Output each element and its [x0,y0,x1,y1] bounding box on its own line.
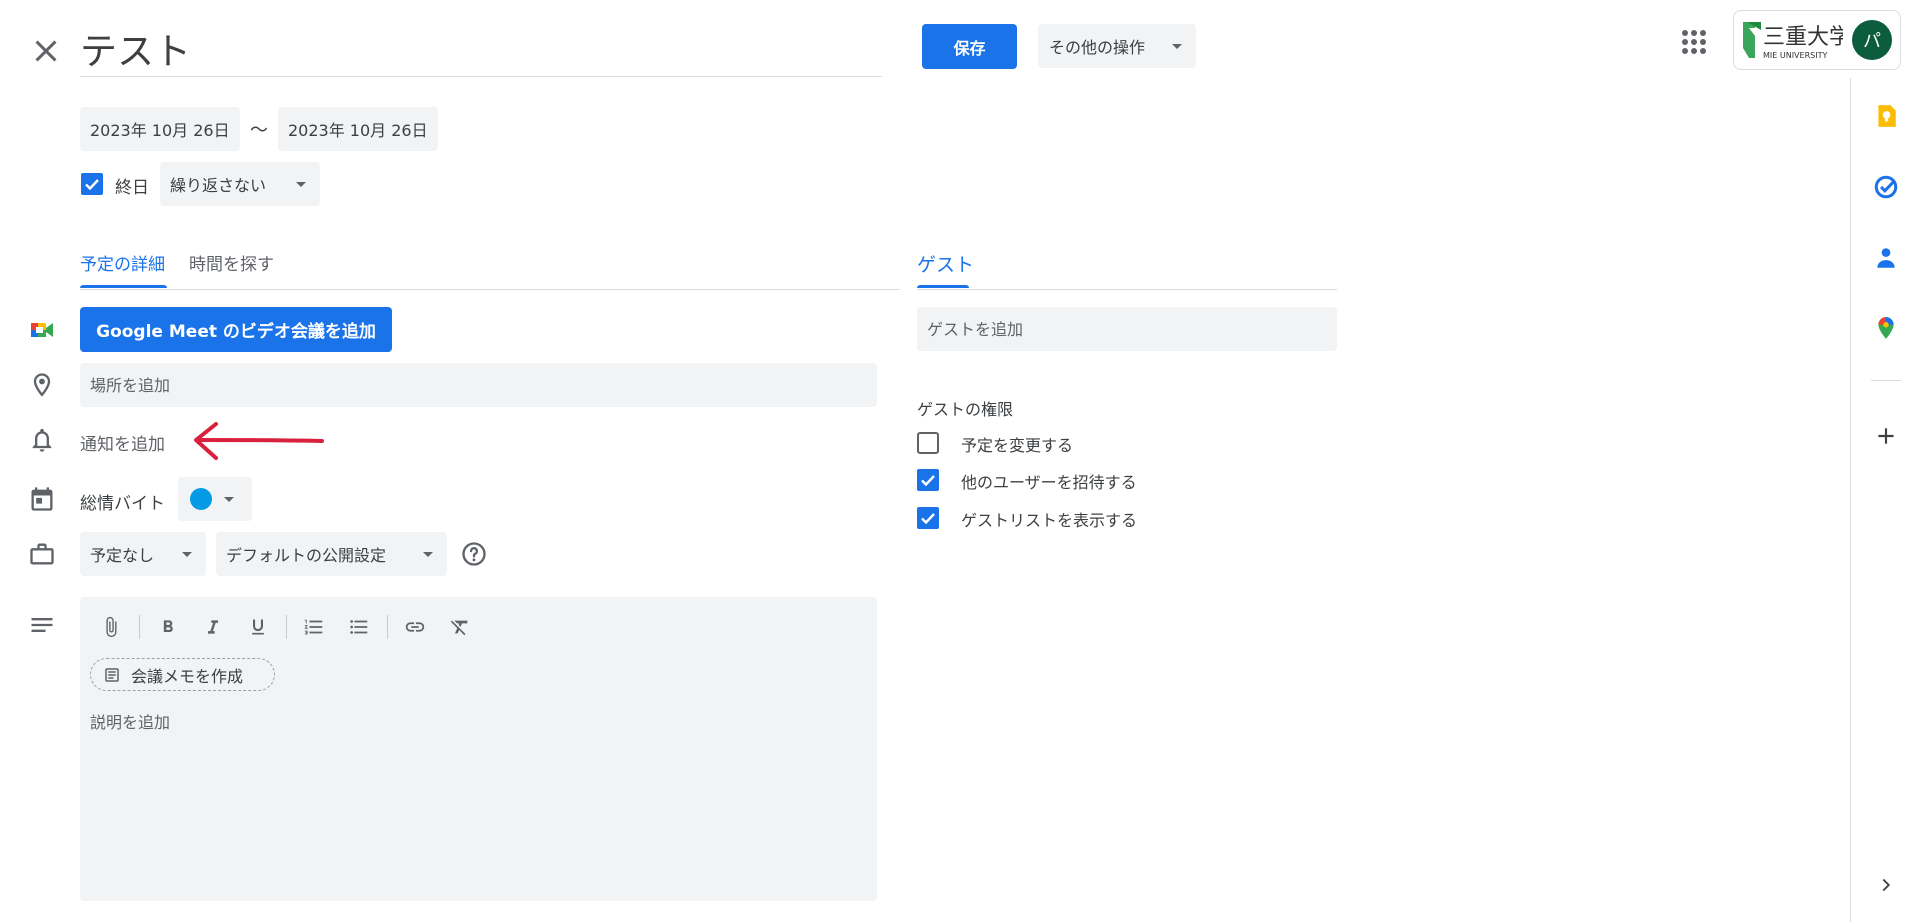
briefcase-icon [28,540,56,568]
description-editor[interactable]: 会議メモを作成 説明を追加 [80,597,877,901]
event-color-select[interactable] [178,477,252,521]
repeat-select[interactable]: 繰り返さない [160,162,320,206]
svg-text:MIE UNIVERSITY: MIE UNIVERSITY [1763,51,1827,60]
add-addon-icon[interactable] [1869,419,1903,453]
annotation-arrow-icon [190,418,330,464]
side-panel-divider [1871,380,1901,381]
more-actions-label: その他の操作 [1049,38,1146,57]
close-icon[interactable] [28,33,64,69]
description-icon [28,611,56,639]
guests-divider [917,289,1337,290]
help-icon[interactable] [460,540,488,568]
all-day-label: 終日 [115,178,149,198]
toolbar-divider [286,615,287,639]
keep-icon[interactable] [1869,99,1903,133]
chevron-down-icon [1172,44,1182,49]
permission-invite-others-checkbox[interactable] [917,469,939,491]
more-actions-menu[interactable]: その他の操作 [1038,24,1196,68]
bulleted-list-icon[interactable] [343,611,375,643]
create-meeting-notes-label: 会議メモを作成 [131,666,244,686]
add-guests-input[interactable] [917,307,1337,351]
title-input[interactable] [80,20,882,76]
google-meet-icon [28,316,56,344]
permission-modify-event-label: 予定を変更する [961,436,1074,455]
bold-icon[interactable] [152,611,184,643]
attachment-icon[interactable] [95,611,127,643]
guest-permissions-title: ゲストの権限 [917,400,1014,419]
color-swatch [190,488,212,510]
chevron-down-icon [423,552,433,557]
italic-icon[interactable] [197,611,229,643]
side-panel [1850,78,1920,922]
add-google-meet-button[interactable]: Google Meet のビデオ会議を追加 [80,307,392,352]
all-day-checkbox[interactable] [80,172,104,196]
permission-invite-others-label: 他のユーザーを招待する [961,473,1137,492]
tabs-divider [80,289,900,290]
create-meeting-notes-button[interactable]: 会議メモを作成 [90,658,275,691]
permission-see-guest-list-label: ゲストリストを表示する [961,511,1138,530]
visibility-value: デフォルトの公開設定 [226,546,387,565]
active-tab-indicator [80,285,167,288]
calendar-icon [28,485,56,513]
toolbar-divider [139,615,140,639]
maps-icon[interactable] [1869,311,1903,345]
add-notification-link[interactable]: 通知を追加 [80,430,165,455]
availability-select[interactable]: 予定なし [80,532,206,576]
avatar[interactable]: パ [1852,20,1892,60]
guests-tab-indicator [917,285,969,288]
location-input[interactable] [80,363,877,407]
notes-icon [103,666,121,684]
tab-guests[interactable]: ゲスト [917,250,974,277]
underline-icon[interactable] [242,611,274,643]
tab-find-time[interactable]: 時間を探す [189,250,274,275]
tab-event-details[interactable]: 予定の詳細 [80,250,165,275]
toolbar-divider [387,615,388,639]
date-separator: 〜 [250,120,268,141]
availability-value: 予定なし [90,546,155,565]
visibility-select[interactable]: デフォルトの公開設定 [216,532,447,576]
title-field-wrapper [80,20,882,77]
description-placeholder: 説明を追加 [90,713,171,732]
chevron-down-icon [224,497,234,502]
save-button[interactable]: 保存 [922,24,1017,69]
chevron-down-icon [182,552,192,557]
clear-formatting-icon[interactable] [444,611,476,643]
chevron-down-icon [296,182,306,187]
bell-icon [28,426,56,454]
numbered-list-icon[interactable] [298,611,330,643]
link-icon[interactable] [399,611,431,643]
svg-text:三重大学: 三重大学 [1763,25,1843,50]
start-date-button[interactable]: 2023年 10月 26日 [80,107,240,151]
permission-see-guest-list-checkbox[interactable] [917,507,939,529]
contacts-icon[interactable] [1869,241,1903,275]
calendar-name: 総情バイト [80,494,165,514]
repeat-value: 繰り返さない [170,176,267,195]
location-pin-icon [28,371,56,399]
permission-modify-event-checkbox[interactable] [917,432,939,454]
end-date-button[interactable]: 2023年 10月 26日 [278,107,438,151]
university-logo: 三重大学 MIE UNIVERSITY [1741,18,1851,62]
chevron-right-icon[interactable] [1869,868,1903,902]
tasks-icon[interactable] [1869,170,1903,204]
apps-grid-icon[interactable] [1676,24,1712,60]
